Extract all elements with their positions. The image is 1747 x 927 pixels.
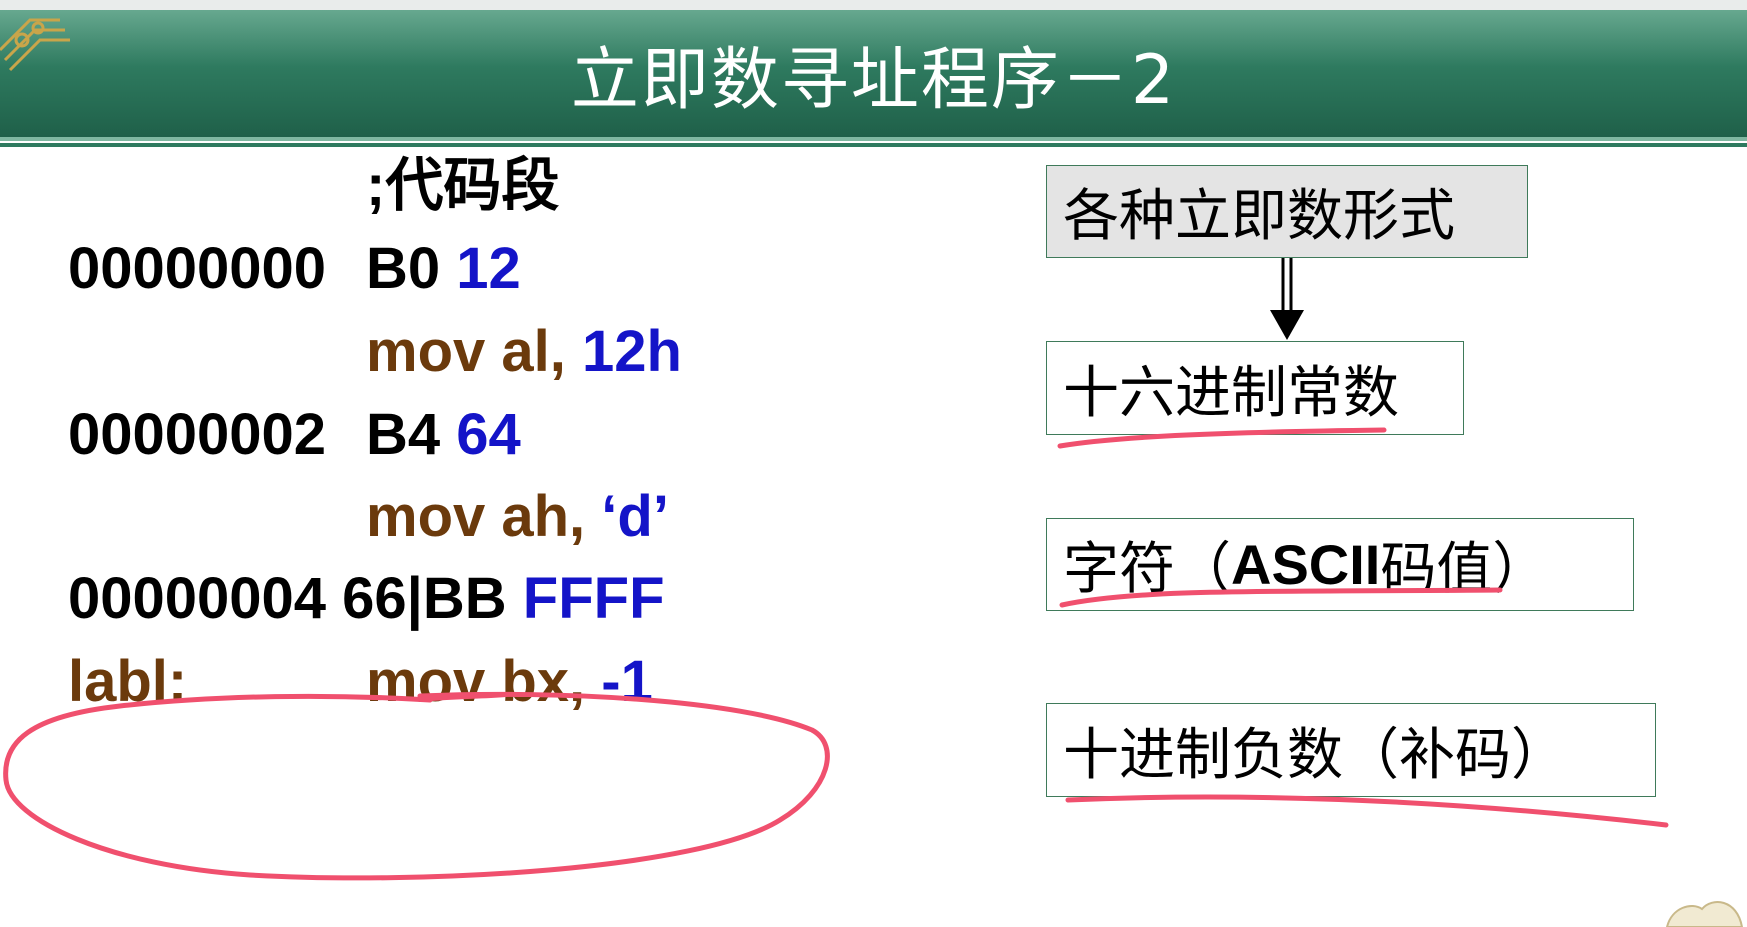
underline-neg bbox=[1065, 794, 1669, 828]
annotation-layer bbox=[3, 258, 1669, 881]
underline-char bbox=[1059, 587, 1503, 608]
underline-hex bbox=[1057, 427, 1387, 449]
cloud-ornament-icon bbox=[1665, 901, 1744, 927]
down-arrow-icon bbox=[1270, 258, 1304, 340]
annotation-circle bbox=[3, 691, 830, 881]
